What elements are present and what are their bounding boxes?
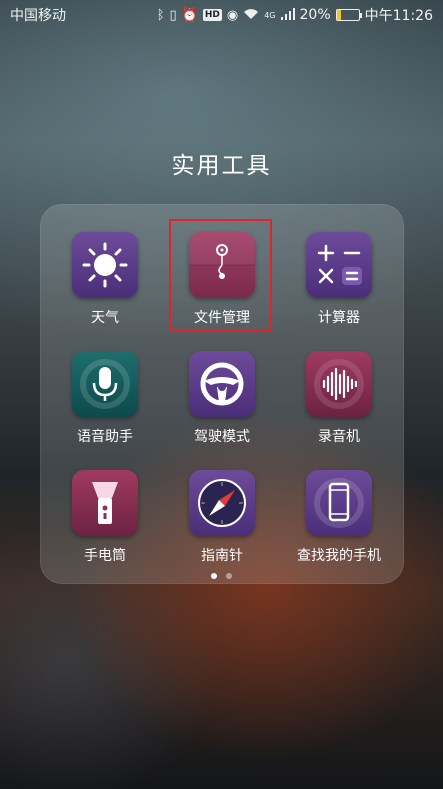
app-recorder[interactable]: 录音机 — [284, 351, 394, 446]
flashlight-icon — [72, 470, 138, 536]
page-dot-2[interactable] — [226, 573, 232, 579]
status-icons: ᛒ ▯ ⏰ HD ◉ 4G 20% 中午11:26 — [157, 5, 433, 25]
bluetooth-icon: ᛒ — [156, 7, 165, 23]
app-driving-mode[interactable]: 驾驶模式 — [167, 351, 277, 446]
network-badge: 4G — [264, 10, 276, 20]
highlight-box — [169, 219, 272, 331]
eye-icon: ◉ — [226, 7, 239, 23]
battery-percent: 20% — [299, 7, 331, 23]
vibrate-icon: ▯ — [169, 7, 177, 23]
compass-icon — [189, 470, 255, 536]
status-bar: 中国移动 ᛒ ▯ ⏰ HD ◉ 4G 20% 中午11:26 — [0, 0, 443, 30]
folder-title[interactable]: 实用工具 — [0, 146, 443, 180]
app-voice-assistant[interactable]: 语音助手 — [50, 351, 160, 446]
app-label: 驾驶模式 — [194, 429, 250, 445]
page-dot-1[interactable] — [211, 573, 217, 579]
battery-fill — [336, 10, 342, 20]
microphone-icon — [72, 351, 138, 417]
app-find-my-phone[interactable]: 查找我的手机 — [284, 470, 394, 565]
app-label: 指南针 — [201, 548, 243, 564]
app-label: 查找我的手机 — [297, 548, 381, 564]
sun-icon — [72, 232, 138, 298]
carrier-label: 中国移动 — [10, 8, 66, 24]
hd-badge: HD — [202, 9, 222, 21]
app-label: 录音机 — [318, 429, 360, 445]
app-compass[interactable]: 指南针 — [167, 470, 277, 565]
app-label: 天气 — [91, 310, 119, 326]
app-flashlight[interactable]: 手电筒 — [50, 470, 160, 565]
app-calculator[interactable]: 计算器 — [284, 232, 394, 327]
battery-icon — [335, 9, 362, 21]
signal-icon — [280, 7, 295, 23]
clock: 中午11:26 — [364, 8, 433, 24]
app-label: 计算器 — [318, 310, 360, 326]
sound-wave-icon — [306, 351, 372, 417]
app-weather[interactable]: 天气 — [50, 232, 160, 327]
alarm-icon: ⏰ — [181, 7, 198, 23]
page-indicator — [0, 573, 443, 579]
wifi-icon — [243, 8, 259, 23]
phone-icon — [306, 470, 372, 536]
app-label: 语音助手 — [77, 429, 133, 445]
calculator-icon — [306, 232, 372, 298]
steering-wheel-icon — [189, 351, 255, 417]
app-label: 手电筒 — [84, 548, 126, 564]
